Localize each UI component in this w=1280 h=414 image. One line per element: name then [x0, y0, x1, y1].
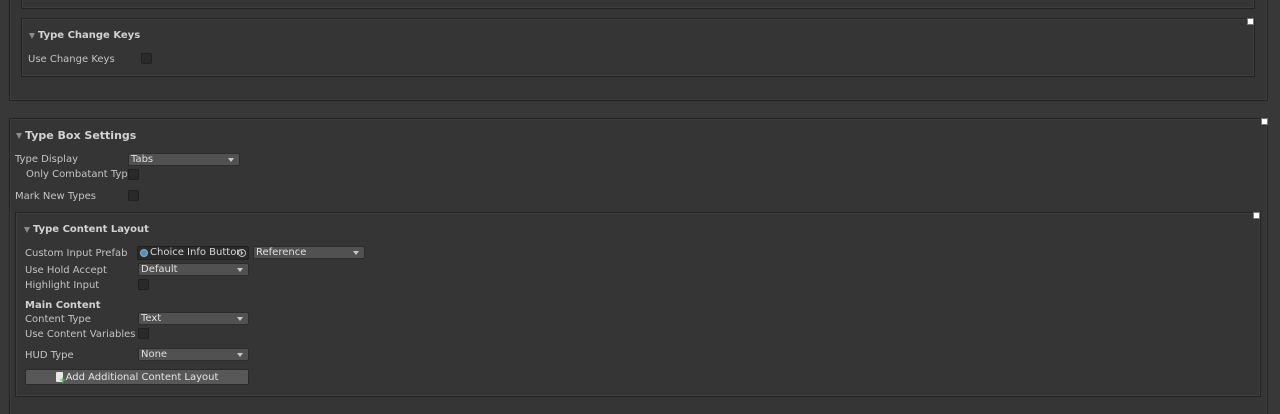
- main-content-header: Main Content: [25, 300, 101, 311]
- type-box-settings-foldout[interactable]: Type Box Settings: [16, 129, 136, 142]
- reference-value: Reference: [256, 247, 307, 258]
- chevron-down-icon: [237, 353, 243, 357]
- hud-type-dropdown[interactable]: None: [138, 348, 249, 361]
- content-type-dropdown[interactable]: Text: [138, 312, 249, 325]
- hud-type-value: None: [141, 349, 168, 360]
- prefab-icon: [140, 249, 148, 257]
- use-change-keys-checkbox[interactable]: [141, 53, 152, 64]
- type-display-label: Type Display: [15, 154, 79, 165]
- type-change-keys-panel: [21, 18, 1255, 77]
- use-hold-accept-dropdown[interactable]: Default: [138, 263, 249, 276]
- type-box-settings-title: Type Box Settings: [25, 129, 137, 142]
- use-hold-accept-label: Use Hold Accept: [25, 265, 107, 276]
- custom-input-prefab-field[interactable]: Choice Info Button: [137, 246, 249, 260]
- type-change-keys-foldout[interactable]: Type Change Keys: [29, 30, 140, 41]
- type-content-layout-title: Type Content Layout: [33, 224, 149, 235]
- resize-handle-icon[interactable]: [1247, 18, 1254, 25]
- use-hold-accept-value: Default: [141, 264, 178, 275]
- mark-new-types-checkbox[interactable]: [128, 190, 139, 201]
- add-layout-button-label: Add Additional Content Layout: [65, 371, 219, 383]
- custom-input-prefab-label: Custom Input Prefab: [25, 248, 128, 259]
- mark-new-types-label: Mark New Types: [15, 191, 97, 202]
- triangle-down-icon: [16, 132, 22, 139]
- chevron-down-icon: [237, 268, 243, 272]
- highlight-input-checkbox[interactable]: [138, 279, 149, 290]
- chevron-down-icon: [353, 251, 359, 255]
- use-content-variables-label: Use Content Variables: [25, 329, 136, 340]
- chevron-down-icon: [237, 317, 243, 321]
- use-content-variables-checkbox[interactable]: [138, 328, 149, 339]
- only-combatant-types-label: Only Combatant Types: [26, 169, 140, 180]
- only-combatant-types-checkbox[interactable]: [128, 169, 139, 180]
- type-display-value: Tabs: [131, 154, 154, 165]
- custom-input-prefab-value: Choice Info Button: [150, 247, 243, 258]
- type-content-layout-foldout[interactable]: Type Content Layout: [24, 224, 149, 235]
- highlight-input-label: Highlight Input: [25, 280, 100, 291]
- use-change-keys-label: Use Change Keys: [28, 54, 115, 65]
- type-change-keys-title: Type Change Keys: [38, 30, 141, 41]
- chevron-down-icon: [228, 158, 234, 162]
- resize-handle-icon[interactable]: [1253, 212, 1260, 219]
- triangle-down-icon: [29, 32, 35, 39]
- triangle-down-icon: [24, 226, 30, 233]
- hud-type-label: HUD Type: [25, 350, 74, 361]
- top-inner-panel-remnant: [21, 0, 1255, 9]
- resize-handle-icon[interactable]: [1261, 118, 1268, 125]
- type-display-dropdown[interactable]: Tabs: [128, 153, 240, 166]
- content-type-label: Content Type: [25, 314, 91, 325]
- object-picker-icon[interactable]: [235, 247, 249, 259]
- reference-dropdown[interactable]: Reference: [253, 246, 365, 259]
- add-document-icon: [55, 372, 67, 386]
- add-additional-content-layout-button[interactable]: Add Additional Content Layout: [25, 369, 249, 386]
- content-type-value: Text: [141, 313, 162, 324]
